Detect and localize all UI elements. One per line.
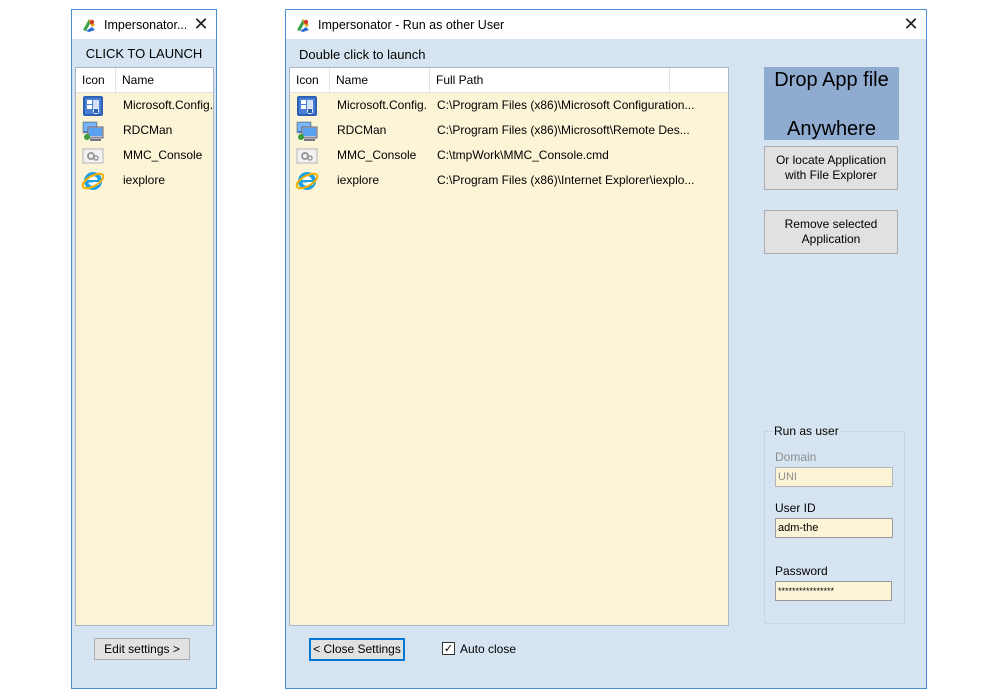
internet-explorer-icon xyxy=(81,169,105,193)
click-to-launch-heading: CLICK TO LAUNCH xyxy=(85,46,203,61)
user-id-label: User ID xyxy=(775,501,816,515)
app-name: RDCMan xyxy=(337,123,387,137)
compact-title-bar[interactable]: Impersonator... ✕ xyxy=(72,10,216,39)
list-item[interactable]: Microsoft.Config... xyxy=(76,93,213,118)
remove-button-line1: Remove selected xyxy=(784,217,878,231)
compact-app-list[interactable]: Icon Name Microsoft.Config... RDCMan MMC_C… xyxy=(75,67,214,626)
drop-zone-line2: Anywhere xyxy=(787,118,876,140)
column-header-name[interactable]: Name xyxy=(116,68,213,92)
compact-window-title: Impersonator... xyxy=(104,17,186,32)
app-full-path: C:\Program Files (x86)\Microsoft Configu… xyxy=(437,98,695,112)
password-label: Password xyxy=(775,564,828,578)
close-settings-button[interactable]: < Close Settings xyxy=(309,638,405,661)
drop-zone-line1: Drop App file xyxy=(774,69,889,91)
mmc-console-icon xyxy=(295,144,319,168)
internet-explorer-icon xyxy=(295,169,319,193)
compact-list-header: Icon Name xyxy=(76,68,213,93)
column-header-name[interactable]: Name xyxy=(330,68,430,92)
list-item[interactable]: MMC_Console xyxy=(76,143,213,168)
app-name: Microsoft.Config... xyxy=(337,98,427,112)
column-header-full-path[interactable]: Full Path xyxy=(430,68,670,92)
config-manager-icon xyxy=(81,94,105,118)
checkmark-icon: ✓ xyxy=(443,642,454,655)
auto-close-label[interactable]: Auto close xyxy=(460,642,516,656)
close-icon[interactable]: ✕ xyxy=(186,10,216,39)
mmc-console-icon xyxy=(81,144,105,168)
column-header-icon[interactable]: Icon xyxy=(76,68,116,92)
compact-launcher-window: Impersonator... ✕ CLICK TO LAUNCH Icon N… xyxy=(71,9,217,689)
rdcman-icon xyxy=(81,119,105,143)
app-name: iexplore xyxy=(123,173,166,187)
impersonator-app-icon xyxy=(294,16,312,34)
column-header-icon[interactable]: Icon xyxy=(290,68,330,92)
main-window-title: Impersonator - Run as other User xyxy=(318,17,505,32)
user-id-field[interactable] xyxy=(775,518,893,538)
drop-app-file-zone[interactable]: Drop App file Anywhere xyxy=(764,67,899,140)
remove-selected-application-button[interactable]: Remove selected Application xyxy=(764,210,898,254)
run-as-user-title: Run as user xyxy=(773,424,840,438)
app-full-path: C:\Program Files (x86)\Internet Explorer… xyxy=(437,173,695,187)
locate-application-button[interactable]: Or locate Application with File Explorer xyxy=(764,146,898,190)
double-click-heading: Double click to launch xyxy=(299,47,426,62)
app-list[interactable]: Icon Name Full Path Microsoft.Config... C… xyxy=(289,67,729,626)
locate-button-line1: Or locate Application xyxy=(775,153,887,167)
impersonator-app-icon xyxy=(80,16,98,34)
list-item[interactable]: MMC_Console C:\tmpWork\MMC_Console.cmd xyxy=(290,143,728,168)
close-icon[interactable]: ✕ xyxy=(896,10,926,39)
locate-button-line2: with File Explorer xyxy=(784,168,878,182)
app-name: Microsoft.Config... xyxy=(123,98,213,112)
remove-button-line2: Application xyxy=(801,232,861,246)
rdcman-icon xyxy=(295,119,319,143)
main-title-bar[interactable]: Impersonator - Run as other User ✕ xyxy=(286,10,926,39)
config-manager-icon xyxy=(295,94,319,118)
app-name: MMC_Console xyxy=(123,148,203,162)
domain-field[interactable] xyxy=(775,467,893,487)
app-name: MMC_Console xyxy=(337,148,417,162)
main-impersonator-window: Impersonator - Run as other User ✕ Doubl… xyxy=(285,9,927,689)
app-full-path: C:\tmpWork\MMC_Console.cmd xyxy=(437,148,609,162)
auto-close-checkbox[interactable]: ✓ xyxy=(442,642,455,655)
password-field[interactable] xyxy=(775,581,892,601)
app-name: iexplore xyxy=(337,173,380,187)
app-full-path: C:\Program Files (x86)\Microsoft\Remote … xyxy=(437,123,690,137)
list-item[interactable]: RDCMan C:\Program Files (x86)\Microsoft\R… xyxy=(290,118,728,143)
list-item[interactable]: iexplore C:\Program Files (x86)\Internet … xyxy=(290,168,728,193)
domain-label: Domain xyxy=(775,450,817,464)
list-item[interactable]: iexplore xyxy=(76,168,213,193)
list-item[interactable]: Microsoft.Config... C:\Program Files (x86… xyxy=(290,93,728,118)
app-name: RDCMan xyxy=(123,123,173,137)
edit-settings-button[interactable]: Edit settings > xyxy=(94,638,190,660)
app-list-header: Icon Name Full Path xyxy=(290,68,728,93)
list-item[interactable]: RDCMan xyxy=(76,118,213,143)
